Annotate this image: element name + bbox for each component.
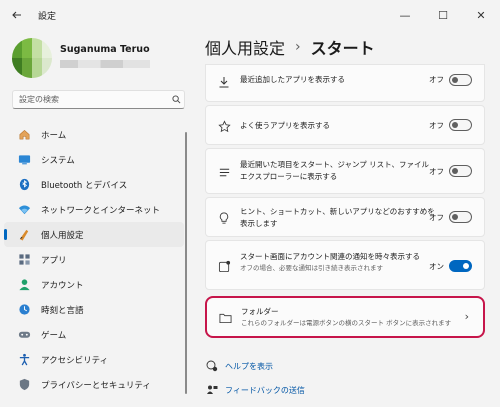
setting-recent-items: 最近開いた項目をスタート、ジャンプ リスト、ファイル エクスプローラーに表示する…: [205, 148, 485, 194]
toggle-state: オフ: [429, 213, 444, 222]
shield-icon: [17, 378, 31, 392]
lightbulb-icon: [216, 210, 232, 226]
toggle-state: オフ: [429, 121, 444, 130]
notification-icon: [216, 258, 232, 274]
minimize-button[interactable]: —: [386, 0, 424, 30]
time-language-icon: [17, 303, 31, 317]
setting-label: 最近追加したアプリを表示する: [240, 75, 345, 84]
toggle-switch[interactable]: [449, 165, 472, 177]
apps-icon: [17, 253, 31, 267]
help-links: ヘルプを表示 フィードバックの送信: [205, 356, 305, 404]
toggle-state: オフ: [429, 75, 444, 84]
setting-label: スタート画面にアカウント関連の通知を時々表示する オフの場合、必要な通知は引き続…: [240, 252, 420, 272]
search-icon[interactable]: [168, 92, 184, 108]
breadcrumb: 個人用設定 › スタート: [205, 35, 375, 59]
gaming-icon: [17, 328, 31, 342]
toggle-switch[interactable]: [449, 211, 472, 223]
personalization-icon: [17, 228, 31, 242]
window-controls: — ☐ ✕: [386, 0, 500, 30]
user-profile[interactable]: Suganuma Teruo: [12, 38, 192, 80]
accessibility-icon: [17, 353, 31, 367]
setting-description: オフの場合、必要な通知は引き続き表示されます: [240, 264, 383, 272]
download-icon: [216, 74, 232, 90]
setting-recent-apps: 最近追加したアプリを表示する オフ: [205, 64, 485, 102]
avatar: [12, 38, 52, 78]
folder-icon: [217, 310, 233, 326]
toggle-state: オフ: [429, 167, 444, 176]
help-icon: [205, 359, 219, 373]
toggle-state: オン: [429, 262, 444, 271]
settings-window: 設定 — ☐ ✕ Suganuma Teruo 設定の検索 ホーム システム B…: [0, 0, 500, 407]
toggle-switch[interactable]: [449, 260, 472, 272]
sidebar-item-accessibility[interactable]: アクセシビリティ: [4, 347, 184, 372]
page-title: スタート: [310, 39, 375, 58]
breadcrumb-parent[interactable]: 個人用設定: [205, 35, 285, 59]
home-icon: [17, 128, 31, 142]
user-name: Suganuma Teruo: [60, 44, 150, 55]
setting-label: ヒント、ショートカット、新しいアプリなどのおすすめを 表示します: [240, 207, 435, 228]
sidebar-item-bluetooth[interactable]: Bluetooth とデバイス: [4, 172, 184, 197]
network-icon: [17, 203, 31, 217]
user-email-redacted: [60, 60, 150, 68]
folders-title: フォルダー: [241, 307, 279, 316]
chevron-right-icon: ›: [464, 310, 469, 323]
back-button[interactable]: [6, 4, 28, 26]
sidebar-item-accounts[interactable]: アカウント: [4, 272, 184, 297]
folders-button[interactable]: フォルダー これらのフォルダーは電源ボタンの横のスタート ボタンに表示されます …: [205, 296, 485, 338]
breadcrumb-separator: ›: [295, 39, 301, 55]
setting-label: 最近開いた項目をスタート、ジャンプ リスト、ファイル エクスプローラーに表示する: [240, 160, 429, 181]
sidebar-item-privacy[interactable]: プライバシーとセキュリティ: [4, 372, 184, 397]
setting-account-notifications: スタート画面にアカウント関連の通知を時々表示する オフの場合、必要な通知は引き続…: [205, 240, 485, 290]
setting-label: よく使うアプリを表示する: [240, 121, 330, 130]
help-link[interactable]: ヘルプを表示: [205, 356, 305, 376]
sidebar-item-home[interactable]: ホーム: [4, 122, 184, 147]
list-icon: [216, 164, 232, 180]
sidebar-item-network[interactable]: ネットワークとインターネット: [4, 197, 184, 222]
account-icon: [17, 278, 31, 292]
bluetooth-icon: [17, 178, 31, 192]
title-bar: 設定 — ☐ ✕: [0, 0, 500, 30]
search-input[interactable]: 設定の検索: [19, 94, 168, 105]
system-icon: [17, 153, 31, 167]
folders-text: フォルダー これらのフォルダーは電源ボタンの横のスタート ボタンに表示されます: [241, 306, 451, 328]
close-button[interactable]: ✕: [462, 0, 500, 30]
toggle-switch[interactable]: [449, 119, 472, 131]
feedback-link[interactable]: フィードバックの送信: [205, 380, 305, 400]
search-box[interactable]: 設定の検索: [12, 90, 185, 109]
sidebar-item-system[interactable]: システム: [4, 147, 184, 172]
setting-frequent-apps: よく使うアプリを表示する オフ: [205, 105, 485, 145]
sidebar-item-time-language[interactable]: 時刻と言語: [4, 297, 184, 322]
sidebar-nav: ホーム システム Bluetooth とデバイス ネットワークとインターネット …: [4, 122, 184, 397]
star-icon: [216, 118, 232, 134]
sidebar-item-apps[interactable]: アプリ: [4, 247, 184, 272]
arrow-left-icon: [12, 11, 21, 19]
sidebar-scrollbar[interactable]: [185, 132, 187, 394]
maximize-button[interactable]: ☐: [424, 0, 462, 30]
sidebar-item-personalization[interactable]: 個人用設定: [4, 222, 184, 247]
app-title: 設定: [38, 11, 57, 22]
setting-suggestions: ヒント、ショートカット、新しいアプリなどのおすすめを 表示します オフ: [205, 197, 485, 237]
feedback-icon: [205, 383, 219, 397]
folders-description: これらのフォルダーは電源ボタンの横のスタート ボタンに表示されます: [241, 319, 452, 327]
toggle-switch[interactable]: [449, 74, 472, 86]
sidebar-item-gaming[interactable]: ゲーム: [4, 322, 184, 347]
